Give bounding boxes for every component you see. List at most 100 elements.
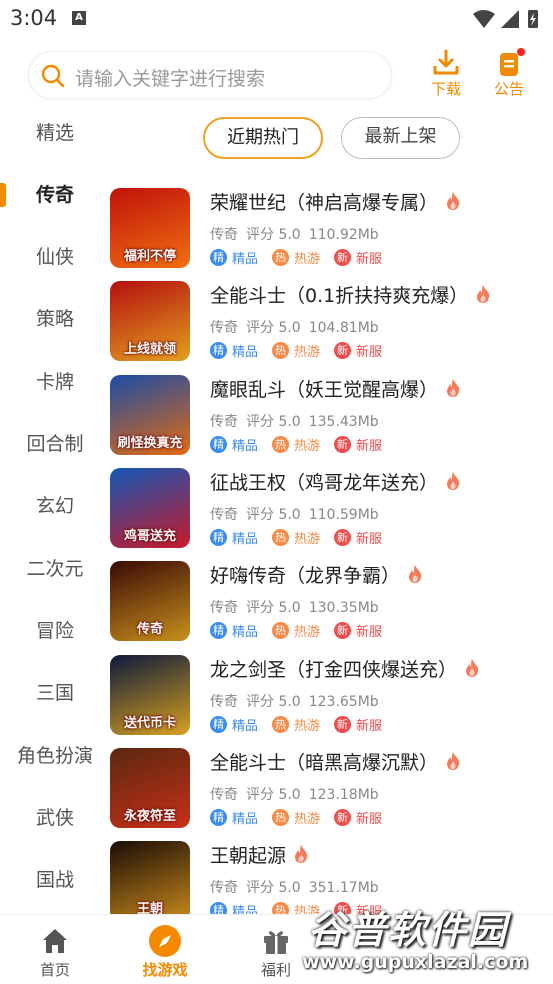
signal-icon	[501, 10, 519, 28]
game-name[interactable]: 荣耀世纪（神启高爆专属）	[210, 188, 462, 216]
game-icon-caption: 刷怪换真充	[117, 435, 183, 451]
game-icon[interactable]: 福利不停	[110, 188, 190, 268]
game-icon[interactable]: 传奇	[110, 561, 190, 642]
sidebar-item-kapai[interactable]: 卡牌	[0, 362, 110, 402]
fine-badge-icon: 精	[210, 622, 227, 640]
game-name[interactable]: 好嗨传奇（龙界争霸）	[210, 561, 424, 589]
game-rating: 评分 5.0	[246, 320, 301, 337]
game-list: 福利不停 荣耀世纪（神启高爆专属） 传奇 评分 5.0 110.92Mb 精精品热热游新新…	[110, 180, 553, 918]
tag-hot-label: 热游	[294, 625, 321, 641]
sidebar-item-xuanhuan[interactable]: 玄幻	[0, 486, 110, 526]
sidebar-item-jingxuan[interactable]: 精选	[0, 113, 110, 153]
watermark-title: 谷普软件园	[308, 908, 509, 952]
notification-dot	[517, 48, 525, 56]
tab-new-release[interactable]: 最新上架	[341, 117, 460, 159]
game-icon[interactable]: 永夜符至	[110, 747, 190, 828]
search-icon	[41, 64, 65, 92]
game-rating: 评分 5.0	[246, 506, 301, 523]
game-icon[interactable]: 上线就领	[110, 281, 190, 362]
new-badge-icon: 新	[334, 622, 352, 640]
tag-fine: 精精品	[210, 528, 258, 547]
tag-new: 新新服	[334, 715, 382, 734]
watermark-url: www.gupuxlazal.com	[302, 951, 529, 973]
tag-new: 新新服	[334, 435, 382, 454]
game-name[interactable]: 征战王权（鸡哥龙年送充）	[210, 468, 462, 496]
fire-icon	[444, 471, 462, 496]
game-icon[interactable]: 刷怪换真充	[110, 374, 190, 455]
status-icons	[471, 8, 543, 34]
sidebar-item-juese[interactable]: 角色扮演	[0, 736, 110, 776]
game-row[interactable]: 上线就领 全能斗士（0.1折扶持爽充爆） 传奇 评分 5.0 104.81Mb 精精品热热…	[110, 273, 553, 366]
new-badge-icon: 新	[334, 435, 352, 453]
nav-find-games[interactable]: 找游戏	[125, 923, 205, 983]
tag-hot: 热热游	[272, 808, 320, 827]
sidebar-item-erciyuan[interactable]: 二次元	[0, 549, 110, 589]
game-tags: 精精品热热游新新服	[210, 808, 396, 827]
tag-hot-label: 热游	[294, 531, 321, 547]
game-icon[interactable]: 送代币卡	[110, 654, 190, 735]
game-category: 传奇	[210, 413, 238, 430]
sidebar-item-chuanqi[interactable]: 传奇	[0, 175, 110, 215]
sidebar-item-xianxia[interactable]: 仙侠	[0, 237, 110, 277]
game-name[interactable]: 龙之剑圣（打金四侠爆送充）	[210, 655, 481, 683]
tag-new: 新新服	[334, 621, 382, 640]
game-name[interactable]: 王朝起源	[210, 841, 310, 869]
game-icon[interactable]: 王朝	[110, 841, 190, 918]
sidebar-item-sanguo[interactable]: 三国	[0, 673, 110, 713]
fire-icon	[444, 191, 462, 216]
game-row[interactable]: 福利不停 荣耀世纪（神启高爆专属） 传奇 评分 5.0 110.92Mb 精精品热热游新新…	[110, 180, 553, 273]
game-row[interactable]: 永夜符至 全能斗士（暗黑高爆沉默） 传奇 评分 5.0 123.18Mb 精精品热热游新新…	[110, 740, 553, 833]
game-row[interactable]: 鸡哥送充 征战王权（鸡哥龙年送充） 传奇 评分 5.0 110.59Mb 精精品热热游新新…	[110, 460, 553, 553]
fine-badge-icon: 精	[210, 342, 227, 360]
fire-icon	[292, 844, 310, 869]
fire-icon	[444, 378, 462, 403]
game-name[interactable]: 全能斗士（0.1折扶持爽充爆）	[210, 281, 492, 309]
tag-new-label: 新服	[356, 811, 383, 827]
notice-label: 公告	[493, 80, 524, 98]
game-meta: 传奇 评分 5.0 104.81Mb	[210, 317, 387, 337]
tag-fine-label: 精品	[232, 345, 259, 361]
download-button[interactable]: 下载	[424, 48, 468, 102]
fine-badge-icon: 精	[210, 249, 227, 266]
tag-new-label: 新服	[356, 625, 383, 641]
sidebar-item-guozhan[interactable]: 国战	[0, 860, 110, 900]
tag-new-label: 新服	[356, 718, 383, 734]
tag-new-label: 新服	[356, 252, 383, 267]
home-icon	[43, 929, 67, 953]
tag-new: 新新服	[334, 808, 382, 827]
app-screen: 3:04 A 请输入关键字进行搜索 下载 公告 精选 传奇 仙侠 策略 卡牌 回…	[0, 0, 553, 984]
tag-hot: 热热游	[272, 248, 320, 267]
game-icon[interactable]: 鸡哥送充	[110, 467, 190, 548]
game-name[interactable]: 全能斗士（暗黑高爆沉默）	[210, 748, 462, 776]
tag-fine-label: 精品	[232, 531, 259, 547]
tag-fine-label: 精品	[232, 718, 259, 734]
game-size: 104.81Mb	[308, 320, 379, 337]
tag-fine: 精精品	[210, 808, 258, 827]
fire-icon	[444, 751, 462, 776]
nav-home[interactable]: 首页	[15, 923, 95, 983]
nav-find-label: 找游戏	[142, 961, 188, 979]
notice-button[interactable]: 公告	[487, 48, 531, 102]
tag-hot-label: 热游	[294, 718, 321, 734]
tab-recent-hot[interactable]: 近期热门	[203, 117, 323, 159]
sidebar-item-celue[interactable]: 策略	[0, 299, 110, 339]
hot-badge-icon: 热	[272, 528, 290, 546]
tag-hot: 热热游	[272, 435, 320, 454]
game-title: 王朝起源	[210, 845, 287, 868]
search-input[interactable]: 请输入关键字进行搜索	[28, 51, 392, 99]
game-row[interactable]: 传奇 好嗨传奇（龙界争霸） 传奇 评分 5.0 130.35Mb 精精品热热游新新服	[110, 553, 553, 646]
game-name[interactable]: 魔眼乱斗（妖王觉醒高爆）	[210, 375, 462, 403]
tag-hot: 热热游	[272, 621, 320, 640]
search-placeholder: 请输入关键字进行搜索	[75, 68, 266, 90]
status-bar: 3:04 A	[0, 0, 553, 38]
game-meta: 传奇 评分 5.0 123.65Mb	[210, 691, 387, 711]
game-tags: 精精品热热游新新服	[210, 715, 396, 734]
game-row[interactable]: 送代币卡 龙之剑圣（打金四侠爆送充） 传奇 评分 5.0 123.65Mb 精精品热热游新…	[110, 647, 553, 740]
game-row[interactable]: 刷怪换真充 魔眼乱斗（妖王觉醒高爆） 传奇 评分 5.0 135.43Mb 精精品热热游新…	[110, 367, 553, 460]
sidebar-item-huihezhi[interactable]: 回合制	[0, 424, 110, 464]
game-title: 全能斗士（暗黑高爆沉默）	[210, 751, 439, 774]
sidebar-item-maoxian[interactable]: 冒险	[0, 611, 110, 651]
sidebar-item-wuxia[interactable]: 武侠	[0, 798, 110, 838]
game-icon-caption: 永夜符至	[123, 808, 176, 824]
game-title: 魔眼乱斗（妖王觉醒高爆）	[210, 378, 439, 401]
